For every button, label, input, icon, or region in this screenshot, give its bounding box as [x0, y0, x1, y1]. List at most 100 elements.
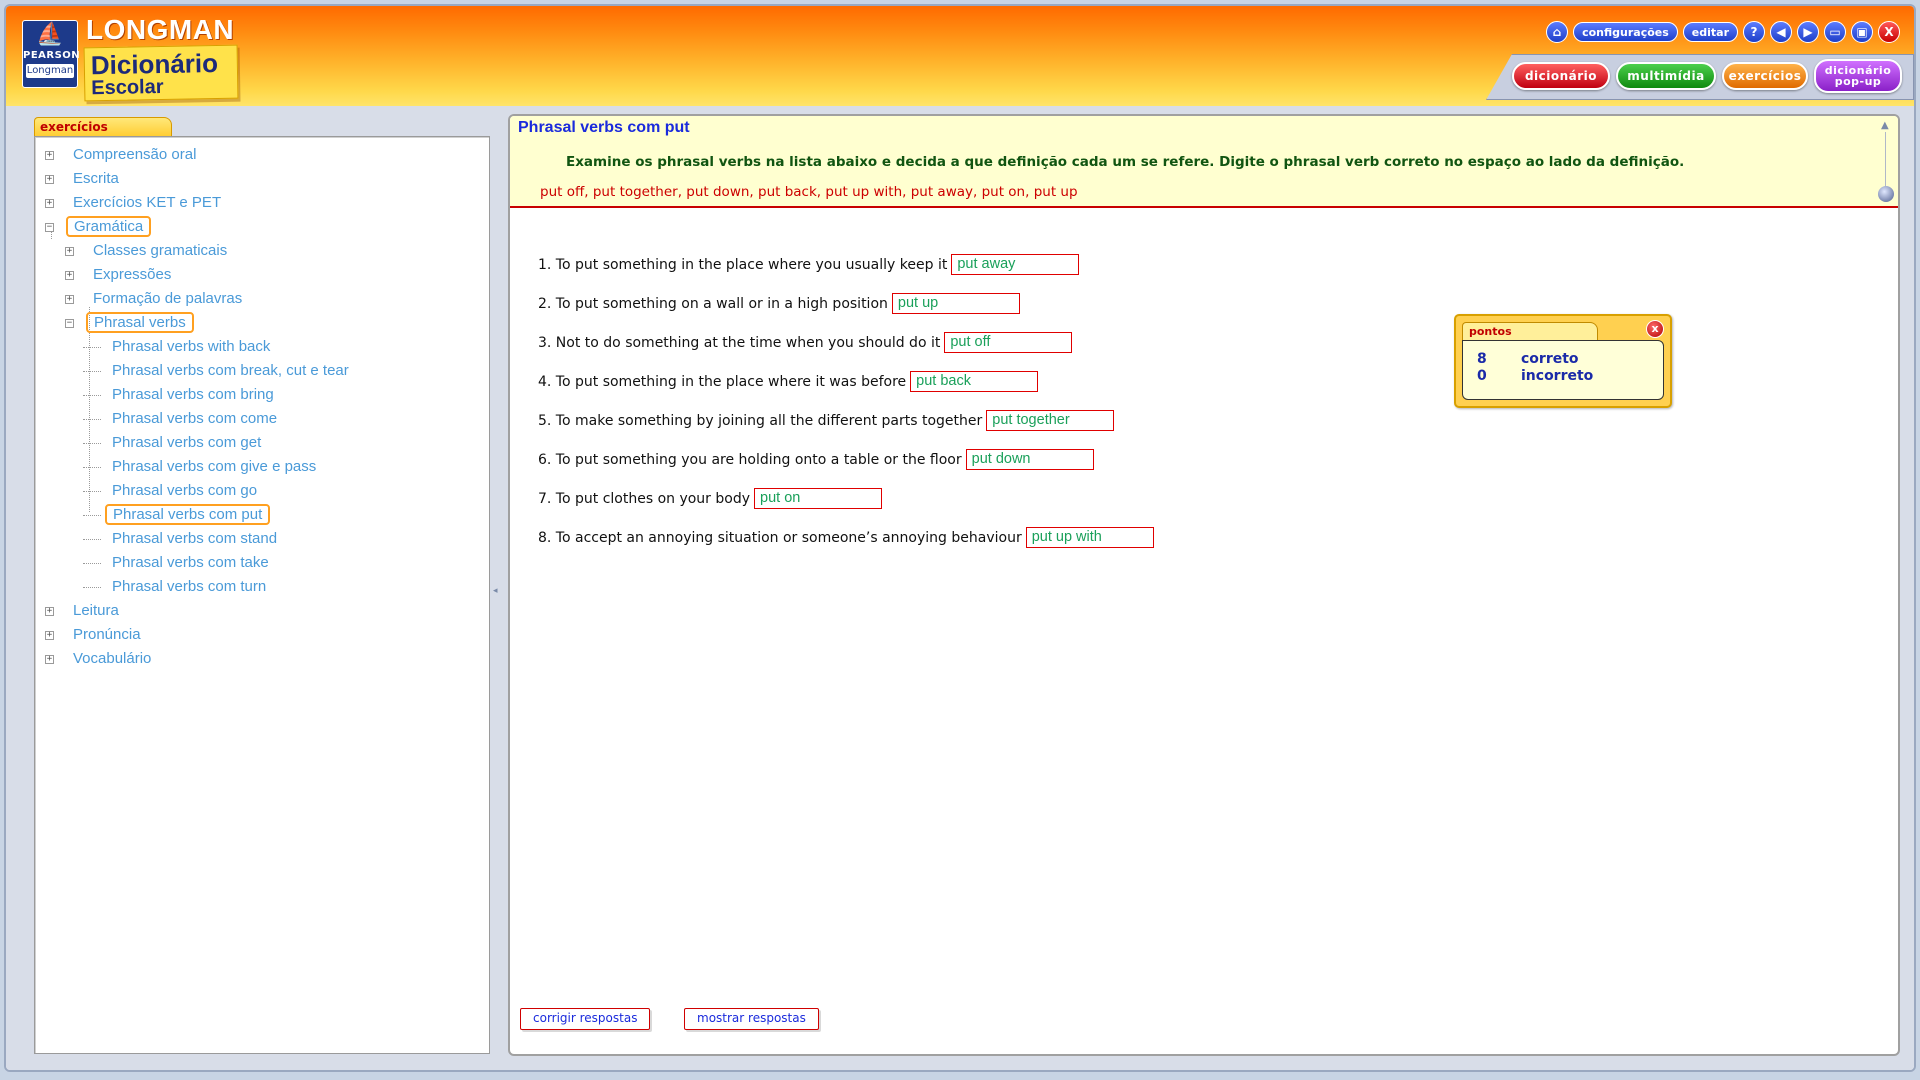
left-panel-tab[interactable]: exercícios: [34, 117, 172, 137]
tree-item[interactable]: Phrasal verbs com come: [83, 409, 284, 429]
tree-item[interactable]: Phrasal verbs com stand: [83, 529, 284, 549]
brand-title-line2: Escolar: [91, 75, 164, 100]
question-text: 6. To put something you are holding onto…: [538, 452, 962, 468]
mostrar-respostas-button[interactable]: mostrar respostas: [684, 1008, 819, 1030]
incorrect-count: 0: [1477, 368, 1487, 384]
question-row: 2. To put something on a wall or in a hi…: [538, 293, 1020, 315]
collapse-icon[interactable]: −: [65, 318, 74, 328]
question-text: 1. To put something in the place where y…: [538, 257, 948, 273]
panel-splitter-icon[interactable]: ◂: [493, 586, 498, 596]
scroll-thumb[interactable]: [1878, 186, 1894, 202]
tree-item[interactable]: Phrasal verbs with back: [83, 337, 277, 357]
answer-field[interactable]: put up: [891, 293, 1020, 314]
answer-field[interactable]: put together: [986, 410, 1115, 431]
tree-item[interactable]: + Escrita: [45, 169, 126, 189]
tree-item[interactable]: − Phrasal verbs: [65, 312, 194, 333]
editar-button[interactable]: editar: [1682, 22, 1738, 42]
app-header: ⛵ PEARSON Longman LONGMAN Dicionário Esc…: [6, 6, 1914, 106]
tab-exercicios[interactable]: exercícios: [1722, 62, 1808, 90]
tree-item[interactable]: Phrasal verbs com take: [83, 553, 276, 573]
answer-field[interactable]: put off: [944, 332, 1073, 353]
tree-item[interactable]: − Gramática: [45, 216, 152, 237]
expand-icon[interactable]: +: [45, 198, 54, 208]
score-correct-row: 8 correto: [1477, 351, 1579, 367]
question-text: 4. To put something in the place where i…: [538, 374, 907, 390]
tree-item-label: Pronúncia: [73, 626, 141, 643]
tree-item[interactable]: Phrasal verbs com get: [83, 433, 268, 453]
score-body: 8 correto 0 incorreto: [1462, 340, 1664, 400]
configuracoes-button[interactable]: configurações: [1573, 22, 1678, 42]
tree-item[interactable]: Phrasal verbs com turn: [83, 577, 273, 597]
minimize-button[interactable]: ▭: [1824, 21, 1846, 43]
expand-icon[interactable]: +: [45, 174, 54, 184]
tree-item[interactable]: + Expressões: [65, 265, 178, 285]
answer-field[interactable]: put on: [754, 488, 883, 509]
question-text: 7. To put clothes on your body: [538, 491, 751, 507]
tree-item[interactable]: + Classes gramaticais: [65, 241, 234, 261]
phrasal-verb-list: put off, put together, put down, put bac…: [540, 184, 1078, 200]
answer-field[interactable]: put back: [910, 371, 1039, 392]
home-button[interactable]: ⌂: [1546, 21, 1569, 43]
tree-item[interactable]: Phrasal verbs com put: [83, 504, 271, 525]
expand-icon[interactable]: +: [65, 294, 74, 304]
tab-popup-line2: pop-up: [1834, 75, 1882, 88]
score-close-button[interactable]: x: [1646, 320, 1664, 338]
answer-field[interactable]: put away: [951, 254, 1080, 275]
tree-item-label: Phrasal verbs com bring: [112, 386, 274, 403]
tree-connector: [83, 562, 101, 564]
answer-field[interactable]: put up with: [1025, 527, 1154, 548]
tree-item-label: Leitura: [73, 602, 119, 619]
question-text: 8. To accept an annoying situation or so…: [538, 530, 1022, 546]
tree-item[interactable]: + Pronúncia: [45, 625, 148, 645]
tree-item[interactable]: + Exercícios KET e PET: [45, 193, 228, 213]
back-arrow-icon: ◀: [1776, 25, 1786, 39]
tree-item-label: Phrasal verbs com give e pass: [112, 458, 317, 475]
tree-item-label: Phrasal verbs com take: [112, 554, 269, 571]
question-text: 2. To put something on a wall or in a hi…: [538, 296, 888, 312]
tab-multimidia[interactable]: multimídia: [1616, 62, 1716, 90]
maximize-button[interactable]: ▣: [1851, 21, 1873, 43]
question-row: 8. To accept an annoying situation or so…: [538, 527, 1154, 549]
close-app-button[interactable]: X: [1878, 21, 1900, 43]
help-button[interactable]: ?: [1743, 21, 1765, 43]
back-button[interactable]: ◀: [1770, 21, 1792, 43]
expand-icon[interactable]: +: [45, 654, 54, 664]
tree-connector: [83, 370, 101, 372]
forward-button[interactable]: ▶: [1797, 21, 1819, 43]
instruction-scrollbar[interactable]: ▲: [1878, 120, 1894, 202]
tree-item[interactable]: + Vocabulário: [45, 649, 158, 669]
tree-item-label: Phrasal verbs com go: [112, 482, 258, 499]
expand-icon[interactable]: +: [45, 606, 54, 616]
tree-item[interactable]: Phrasal verbs com go: [83, 481, 264, 501]
tree-connector: [83, 346, 101, 348]
top-controls: ⌂ configurações editar ? ◀ ▶ ▭ ▣ X: [1546, 20, 1900, 44]
brand-title-box: Dicionário Escolar: [83, 44, 239, 102]
expand-icon[interactable]: +: [45, 630, 54, 640]
tree-item[interactable]: + Compreensão oral: [45, 145, 203, 165]
exercise-title: Phrasal verbs com put: [518, 119, 690, 136]
tree-item[interactable]: + Formação de palavras: [65, 289, 249, 309]
scroll-up-icon[interactable]: ▲: [1881, 120, 1889, 131]
tree-connector: [83, 442, 101, 444]
collapse-icon[interactable]: −: [45, 222, 54, 232]
tab-dicionario-popup[interactable]: dicionário pop-up: [1814, 59, 1902, 93]
answer-field[interactable]: put down: [965, 449, 1094, 470]
tree-item[interactable]: Phrasal verbs com bring: [83, 385, 281, 405]
tree-item[interactable]: + Leitura: [45, 601, 126, 621]
corrigir-respostas-button[interactable]: corrigir respostas: [520, 1008, 651, 1030]
tree-item-label: Compreensão oral: [73, 146, 197, 163]
score-tab: pontos: [1462, 322, 1598, 340]
correct-label: correto: [1521, 351, 1579, 367]
tree-item-label: Phrasal verbs with back: [112, 338, 271, 355]
tab-dicionario[interactable]: dicionário: [1512, 62, 1610, 90]
tree-connector: [83, 514, 101, 516]
tree-item-label: Phrasal verbs com turn: [112, 578, 267, 595]
tree-connector: [83, 394, 101, 396]
tree-item[interactable]: Phrasal verbs com give e pass: [83, 457, 323, 477]
expand-icon[interactable]: +: [45, 150, 54, 160]
expand-icon[interactable]: +: [65, 246, 74, 256]
expand-icon[interactable]: +: [65, 270, 74, 280]
score-popup[interactable]: pontos x 8 correto 0 incorreto: [1454, 314, 1672, 408]
tree-connector: [83, 538, 101, 540]
tree-item[interactable]: Phrasal verbs com break, cut e tear: [83, 361, 356, 381]
